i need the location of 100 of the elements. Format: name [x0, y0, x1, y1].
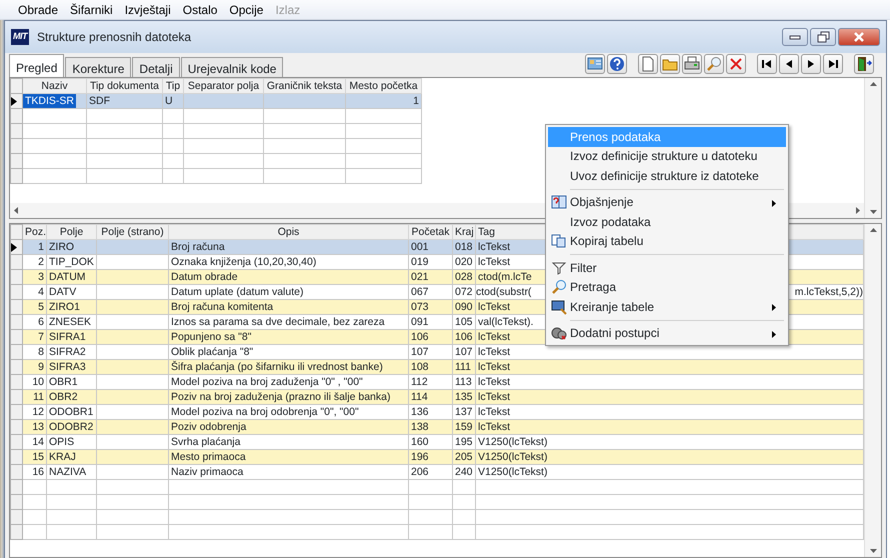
submenu-arrow-icon [772, 200, 776, 207]
table-cell: SIFRA1 [46, 330, 96, 344]
table-cell: 196 [408, 450, 452, 464]
menu-item[interactable]: Opcije [223, 0, 270, 18]
gears-icon [551, 325, 567, 342]
exit-door-button[interactable] [854, 54, 874, 74]
table-cell: Broj računa komitenta [168, 300, 408, 314]
table-cell: 001 [408, 240, 452, 254]
window-title: Strukture prenosnih datoteka [37, 29, 192, 46]
exit-door-icon [856, 56, 872, 72]
column-header[interactable]: Polje [46, 224, 96, 240]
table-cell: Datum obrade [168, 270, 408, 284]
document-button[interactable] [638, 54, 658, 74]
table-cell: 1 [346, 94, 422, 108]
printer-button[interactable] [682, 54, 702, 74]
menu-item[interactable]: Izvoz definicije strukture u datoteku [548, 146, 786, 166]
row-pointer-icon [12, 242, 17, 252]
table-cell: NAZIVA [46, 464, 96, 480]
table-cell: Poziv odobrenja [168, 420, 408, 434]
menu-item[interactable]: Ostalo [176, 0, 224, 18]
tab[interactable]: Detalji [132, 57, 180, 77]
table-cell: TKDIS-SR [23, 94, 76, 108]
table-cell: DATUM [46, 270, 96, 284]
first-record-button[interactable] [757, 54, 777, 74]
scroll-right-icon [856, 207, 860, 214]
search-button[interactable] [704, 54, 724, 74]
help-book-icon [551, 194, 567, 210]
column-header[interactable]: Poz. [22, 224, 46, 240]
table-cell: 108 [408, 360, 452, 374]
minimize-button[interactable] [782, 28, 808, 46]
folder-button[interactable] [660, 54, 680, 74]
menu-item[interactable]: Šifarniki [64, 0, 119, 18]
help-icon [609, 56, 625, 72]
help-button[interactable] [607, 54, 627, 74]
scroll-down-icon [870, 549, 876, 553]
table-cell: ctod(substr( [476, 286, 532, 298]
delete-button[interactable] [726, 54, 746, 74]
tab[interactable]: Pregled [9, 54, 64, 77]
column-header[interactable]: Polje (strano) [96, 224, 168, 240]
table-cell: 206 [408, 464, 452, 480]
table-cell: Popunjeno sa "8" [168, 330, 408, 344]
table-cell: Mesto primaoca [168, 450, 408, 464]
column-header[interactable]: Graničnik teksta [264, 78, 346, 94]
previous-record-button[interactable] [779, 54, 799, 74]
column-header[interactable]: Mesto početka [346, 78, 422, 94]
menu-item[interactable]: Izvoz podataka [548, 212, 786, 232]
close-button[interactable] [838, 28, 880, 46]
table-cell: V1250(lcTekst) [476, 464, 864, 480]
table-cell: lcTekst [476, 390, 864, 404]
close-icon [851, 30, 867, 44]
search-icon [551, 279, 567, 296]
submenu-arrow-icon [772, 330, 776, 338]
table-cell: ZIRO1 [46, 300, 96, 314]
printer-icon [684, 56, 700, 72]
table-cell: 240 [452, 464, 476, 480]
table-cell: Šifra plaćanja (po šifarniku ili vrednost banke) [168, 360, 408, 374]
logo: MIT [11, 29, 29, 45]
scroll-up-icon [870, 82, 876, 86]
submenu-arrow-icon [772, 304, 776, 312]
table-cell: Naziv primaoca [168, 464, 408, 480]
last-record-button[interactable] [823, 54, 843, 74]
menu-item[interactable]: Izvještaji [118, 0, 177, 18]
column-header[interactable]: Tip [162, 78, 184, 94]
tab[interactable]: Korekture [65, 57, 132, 77]
table-cell: 021 [408, 270, 452, 284]
menu-item[interactable]: Kreiranje tabele [548, 297, 786, 316]
table-cell: 073 [408, 300, 452, 314]
search-icon [706, 56, 722, 72]
column-header[interactable]: Separator polja [184, 78, 264, 94]
column-header[interactable]: Naziv [22, 78, 86, 94]
scroll-left-icon [14, 207, 18, 214]
column-header[interactable]: Opis [168, 224, 408, 240]
card-icon [587, 56, 603, 72]
table-cell: ODOBR2 [46, 420, 96, 434]
table-cell: lcTekst [476, 420, 864, 434]
table-cell: Poziv na broj zaduženja (prazno ili šalje banka) [168, 390, 408, 404]
scroll-up-icon [870, 228, 876, 232]
document-icon [640, 56, 656, 72]
row-pointer-icon [12, 96, 17, 106]
column-header[interactable]: Tip dokumenta [86, 78, 162, 94]
menu-item[interactable]: Objašnjenje [548, 192, 786, 212]
restore-button[interactable] [810, 28, 836, 46]
column-header[interactable]: Kraj [452, 224, 476, 240]
copy-icon [551, 233, 567, 250]
restore-icon [815, 30, 831, 44]
filter-icon [551, 260, 567, 276]
table-cell: ZIRO [46, 240, 96, 254]
card-button[interactable] [585, 54, 605, 74]
menu-item[interactable]: Obrade [12, 0, 64, 18]
table-cell: SIFRA3 [46, 360, 96, 374]
tab[interactable]: Urejevalnik kode [180, 57, 284, 77]
scroll-down-icon [870, 210, 876, 214]
table-cell: V1250(lcTekst) [476, 450, 864, 464]
table-cell: 16 [22, 464, 46, 480]
menu-item[interactable]: Uvoz definicije strukture iz datoteke [548, 166, 786, 186]
table-cell: Broj računa [168, 240, 408, 254]
table-cell: KRAJ [46, 450, 96, 464]
next-record-button[interactable] [801, 54, 821, 74]
column-header[interactable]: Početak [408, 224, 452, 240]
table-cell: 106 [408, 330, 452, 344]
